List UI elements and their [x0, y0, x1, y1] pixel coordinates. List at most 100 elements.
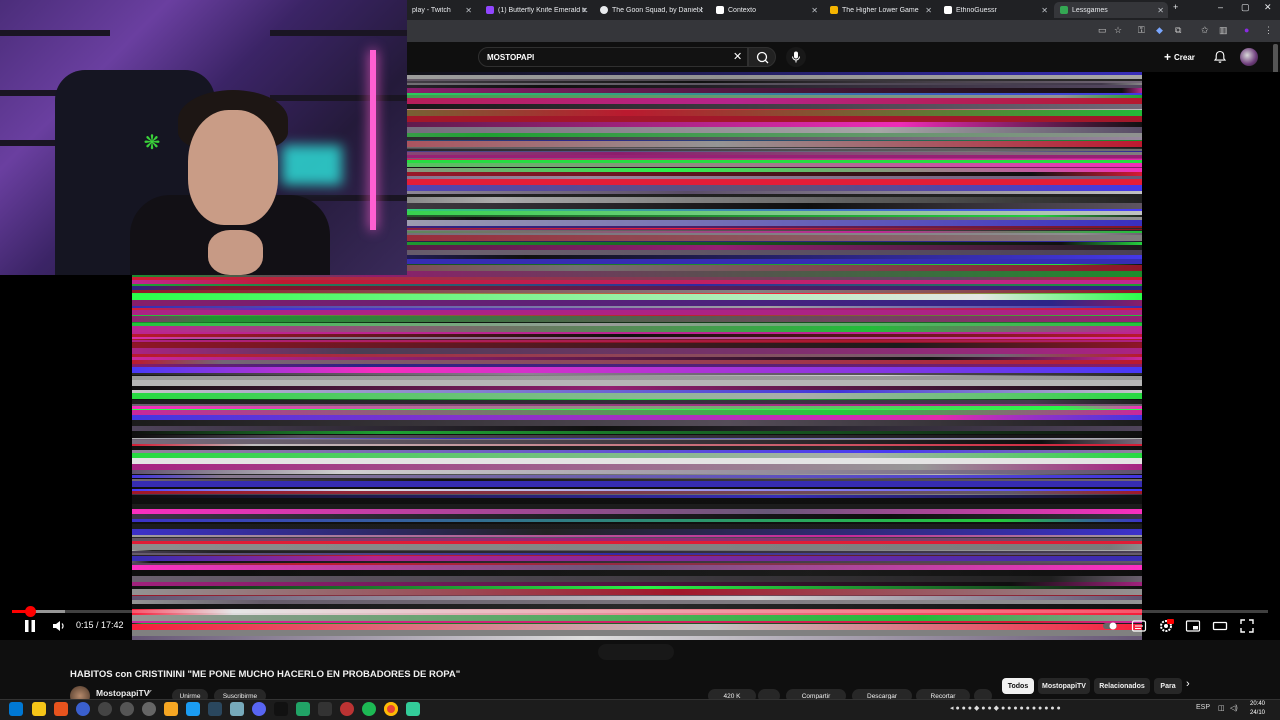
app-icon-mint[interactable]	[406, 702, 420, 716]
scrubber-handle[interactable]	[24, 606, 36, 617]
tab-title: play - Twitch	[412, 6, 451, 14]
progress-bar[interactable]	[12, 610, 1268, 613]
reading-list-icon[interactable]: ✩	[1201, 25, 1209, 36]
app-icon-gray[interactable]	[98, 702, 112, 716]
clock-date: 24/10	[1250, 710, 1266, 716]
browser-tab[interactable]: Contexto ✕	[710, 2, 822, 18]
search-button[interactable]	[748, 47, 776, 67]
restore-icon[interactable]: ▢	[1241, 2, 1250, 13]
create-label: Crear	[1174, 52, 1195, 62]
notifications-bell-icon[interactable]	[1213, 50, 1227, 64]
close-icon[interactable]: ✕	[811, 6, 818, 15]
ethnoguessr-icon	[944, 6, 952, 14]
chip-channel[interactable]: MostopapiTV	[1038, 678, 1090, 694]
windows-start-icon[interactable]	[9, 702, 23, 716]
chip-para[interactable]: Para	[1154, 678, 1182, 694]
fullscreen-icon[interactable]	[1239, 618, 1255, 634]
channel-name[interactable]: MostopapiTV	[96, 688, 149, 698]
search-app-icon[interactable]	[54, 702, 68, 716]
settings-gear-icon[interactable]	[1158, 618, 1174, 634]
search-icon	[756, 51, 769, 64]
app-icon-orange[interactable]	[164, 702, 178, 716]
video-title: HABITOS con CRISTININI "ME PONE MUCHO HA…	[70, 669, 461, 680]
close-icon[interactable]: ✕	[465, 6, 472, 15]
clear-search-icon[interactable]: ✕	[733, 50, 742, 63]
file-explorer-icon[interactable]	[32, 702, 46, 716]
minimize-icon[interactable]: –	[1218, 2, 1223, 12]
theater-mode-icon[interactable]	[1212, 618, 1228, 634]
subtitles-icon[interactable]	[1131, 618, 1147, 634]
tab-title: EthnoGuessr	[956, 6, 997, 14]
extension-shield-icon[interactable]: ◆	[1156, 25, 1163, 36]
chip-related[interactable]: Relacionados	[1094, 678, 1150, 694]
app-icon-red[interactable]	[340, 702, 354, 716]
close-icon[interactable]: ✕	[925, 6, 932, 15]
close-icon[interactable]: ✕	[1157, 6, 1164, 15]
clock-time: 20:40	[1250, 701, 1266, 707]
sidepanel-icon[interactable]: ▥	[1219, 25, 1228, 36]
miniplayer-icon[interactable]	[1185, 618, 1201, 634]
speaker-icon[interactable]: ◁)	[1230, 704, 1238, 712]
app-icon-gray-3[interactable]	[142, 702, 156, 716]
tray-icons[interactable]: ◂ ● ● ● ◆ ● ● ◆ ● ● ● ● ● ● ● ● ● ●	[950, 704, 1061, 712]
close-icon[interactable]: ✕	[1041, 6, 1048, 15]
language-indicator[interactable]: ESP	[1196, 704, 1210, 711]
browser-tab[interactable]: play - Twitch ✕	[406, 2, 476, 18]
time-display: 0:15 / 17:42	[76, 620, 124, 630]
streamer-webcam: ❋	[0, 0, 407, 275]
game-icon	[830, 6, 838, 14]
twitch-icon	[486, 6, 494, 14]
tab-title: The Higher Lower Game	[842, 6, 919, 14]
browser-tab[interactable]: (1) Butterfly Knife Emerald tr... ✕	[480, 2, 592, 18]
account-avatar[interactable]	[1240, 48, 1258, 66]
close-icon[interactable]: ✕	[581, 6, 588, 15]
app-icon-cyan[interactable]	[186, 702, 200, 716]
glitch-band	[132, 636, 1142, 640]
tab-title: Contexto	[728, 6, 757, 14]
tiktok-icon[interactable]	[274, 702, 288, 716]
browser-tab[interactable]: The Goon Squad, by Daniel B... ✕	[594, 2, 708, 18]
app-icon-gray-2[interactable]	[120, 702, 134, 716]
install-icon[interactable]: ▭	[1098, 25, 1107, 36]
bookmark-star-icon[interactable]: ☆	[1114, 25, 1122, 36]
contexto-icon	[716, 6, 724, 14]
autoplay-toggle-icon[interactable]	[1102, 618, 1118, 634]
volume-icon[interactable]	[51, 618, 67, 634]
screen: play - Twitch ✕ (1) Butterfly Knife Emer…	[0, 0, 1280, 720]
password-icon[interactable]: ⚿	[1138, 25, 1145, 36]
profile-icon[interactable]: ●	[1244, 25, 1249, 35]
globe-icon	[600, 6, 608, 14]
network-icon[interactable]: ◫	[1218, 704, 1225, 712]
voice-search-button[interactable]	[786, 47, 806, 67]
chevron-right-icon[interactable]: ›	[1186, 678, 1190, 690]
tab-title: The Goon Squad, by Daniel B...	[612, 6, 702, 14]
browser-tab[interactable]: EthnoGuessr ✕	[938, 2, 1052, 18]
window-close-icon[interactable]: ✕	[1264, 2, 1272, 13]
taskbar-clock[interactable]: 20:40 24/10	[1250, 700, 1265, 718]
browser-tab[interactable]: The Higher Lower Game ✕	[824, 2, 936, 18]
close-icon[interactable]: ✕	[697, 6, 704, 15]
chrome-icon[interactable]	[384, 702, 398, 716]
tab-title: Lessgames	[1072, 6, 1108, 14]
chip-todos[interactable]: Todos	[1002, 678, 1034, 694]
plus-icon: +	[1164, 50, 1172, 64]
search-input[interactable]: MOSTOPAPI	[478, 47, 748, 67]
spotify-icon[interactable]	[362, 702, 376, 716]
extensions-icon[interactable]: ⧉	[1175, 25, 1181, 36]
plus-icon[interactable]: +	[1173, 2, 1178, 12]
menu-kebab-icon[interactable]: ⋮	[1264, 25, 1273, 36]
discord-icon[interactable]	[252, 702, 266, 716]
browser-tab-active[interactable]: Lessgames ✕	[1054, 2, 1168, 18]
pause-icon[interactable]	[22, 618, 38, 634]
create-button[interactable]: + Crear	[1164, 49, 1195, 65]
app-icon-dark[interactable]	[318, 702, 332, 716]
app-icon-blue[interactable]	[76, 702, 90, 716]
app-icon-teal[interactable]	[230, 702, 244, 716]
razer-logo: ❋	[143, 132, 161, 154]
tab-title: (1) Butterfly Knife Emerald tr...	[498, 6, 588, 14]
lessgames-icon	[1060, 6, 1068, 14]
overlay-hint	[598, 644, 674, 660]
app-icon-green[interactable]	[296, 702, 310, 716]
steam-icon[interactable]	[208, 702, 222, 716]
verified-icon: ✔	[146, 688, 153, 697]
